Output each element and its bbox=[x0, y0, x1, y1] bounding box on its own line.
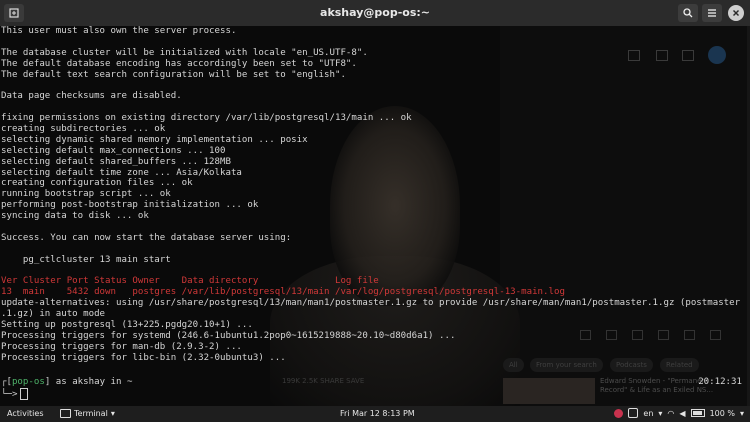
terminal-icon bbox=[60, 409, 71, 418]
prompt-host: pop-os bbox=[11, 377, 45, 387]
battery-icon bbox=[690, 409, 705, 417]
command-line[interactable]: └─> bbox=[1, 388, 29, 400]
menu-button[interactable] bbox=[702, 4, 722, 22]
terminal-line: update-alternatives: using /usr/share/po… bbox=[1, 298, 741, 309]
shell-prompt: ┌[pop-os] as akshay in ~ bbox=[1, 377, 132, 388]
search-button[interactable] bbox=[678, 4, 698, 22]
hamburger-icon bbox=[708, 9, 716, 17]
terminal-view[interactable]: All From your search Podcasts Related 19… bbox=[0, 26, 750, 406]
terminal-line-header: Ver Cluster Port Status Owner Data direc… bbox=[1, 276, 379, 287]
terminal-line: selecting dynamic shared memory implemen… bbox=[1, 134, 308, 145]
terminal-line: .1.gz) in auto mode bbox=[1, 309, 106, 320]
terminal-line: The database cluster will be initialized… bbox=[1, 47, 368, 58]
app-menu-terminal[interactable]: Terminal ▾ bbox=[60, 409, 115, 418]
terminal-line: selecting default shared_buffers ... 128… bbox=[1, 156, 231, 167]
system-tray[interactable]: en ▾ ◠ ◀ 100 % ▾ bbox=[614, 408, 744, 418]
app-indicator-icon[interactable] bbox=[614, 408, 624, 418]
language-indicator[interactable]: en bbox=[643, 409, 653, 418]
terminal-line: selecting default time zone ... Asia/Kol… bbox=[1, 167, 242, 178]
volume-icon: ◀ bbox=[679, 408, 686, 418]
prompt-time: 20:12:31 bbox=[698, 377, 742, 387]
terminal-line: Success. You can now start the database … bbox=[1, 232, 292, 243]
terminal-line: Processing triggers for man-db (2.9.3-2)… bbox=[1, 341, 242, 352]
clipboard-icon[interactable] bbox=[628, 408, 639, 418]
window-titlebar: akshay@pop-os:~ bbox=[0, 0, 750, 26]
terminal-line: Setting up postgresql (13+225.pgdg20.10+… bbox=[1, 320, 253, 331]
background-thumbnail bbox=[503, 378, 595, 404]
close-button[interactable] bbox=[728, 5, 744, 21]
prompt-arrow: └─> bbox=[1, 389, 18, 400]
clock[interactable]: Fri Mar 12 8:13 PM bbox=[340, 409, 415, 418]
search-icon bbox=[683, 8, 693, 18]
prompt-open: ┌[ bbox=[1, 377, 12, 387]
close-icon bbox=[733, 10, 739, 16]
terminal-line: selecting default max_connections ... 10… bbox=[1, 145, 226, 156]
text-cursor bbox=[20, 388, 29, 400]
window-title: akshay@pop-os:~ bbox=[320, 6, 430, 19]
terminal-line: syncing data to disk ... ok bbox=[1, 211, 149, 222]
terminal-line: creating subdirectories ... ok bbox=[1, 124, 166, 135]
chevron-down-icon: ▾ bbox=[658, 408, 663, 418]
terminal-line: Data page checksums are disabled. bbox=[1, 91, 182, 102]
terminal-line: running bootstrap script ... ok bbox=[1, 189, 171, 200]
background-video-actions: 199K 2.5K SHARE SAVE bbox=[282, 377, 365, 385]
chevron-down-icon: ▾ bbox=[110, 409, 115, 418]
terminal-line: performing post-bootstrap initialization… bbox=[1, 200, 259, 211]
wifi-icon: ◠ bbox=[667, 408, 675, 418]
terminal-line: The default text search configuration wi… bbox=[1, 69, 346, 80]
activities-button[interactable]: Activities bbox=[7, 409, 44, 418]
terminal-line: The default database encoding has accord… bbox=[1, 58, 357, 69]
terminal-line: pg_ctlcluster 13 main start bbox=[1, 254, 171, 265]
terminal-line-cluster-status: 13 main 5432 down postgres /var/lib/post… bbox=[1, 287, 565, 298]
terminal-line: This user must also own the server proce… bbox=[1, 26, 237, 36]
terminal-line: Processing triggers for libc-bin (2.32-0… bbox=[1, 352, 286, 363]
app-menu-label: Terminal bbox=[74, 409, 108, 418]
terminal-line: Processing triggers for systemd (246.6-1… bbox=[1, 330, 456, 341]
terminal-line: fixing permissions on existing directory… bbox=[1, 113, 412, 124]
battery-level: 100 % bbox=[709, 408, 735, 418]
chevron-down-icon: ▾ bbox=[739, 408, 744, 418]
top-panel: Activities Terminal ▾ Fri Mar 12 8:13 PM… bbox=[0, 406, 750, 422]
terminal-line: creating configuration files ... ok bbox=[1, 178, 193, 189]
terminal-output: This user must also own the server proce… bbox=[1, 26, 740, 364]
prompt-user-dir: as akshay in ~ bbox=[50, 377, 133, 387]
